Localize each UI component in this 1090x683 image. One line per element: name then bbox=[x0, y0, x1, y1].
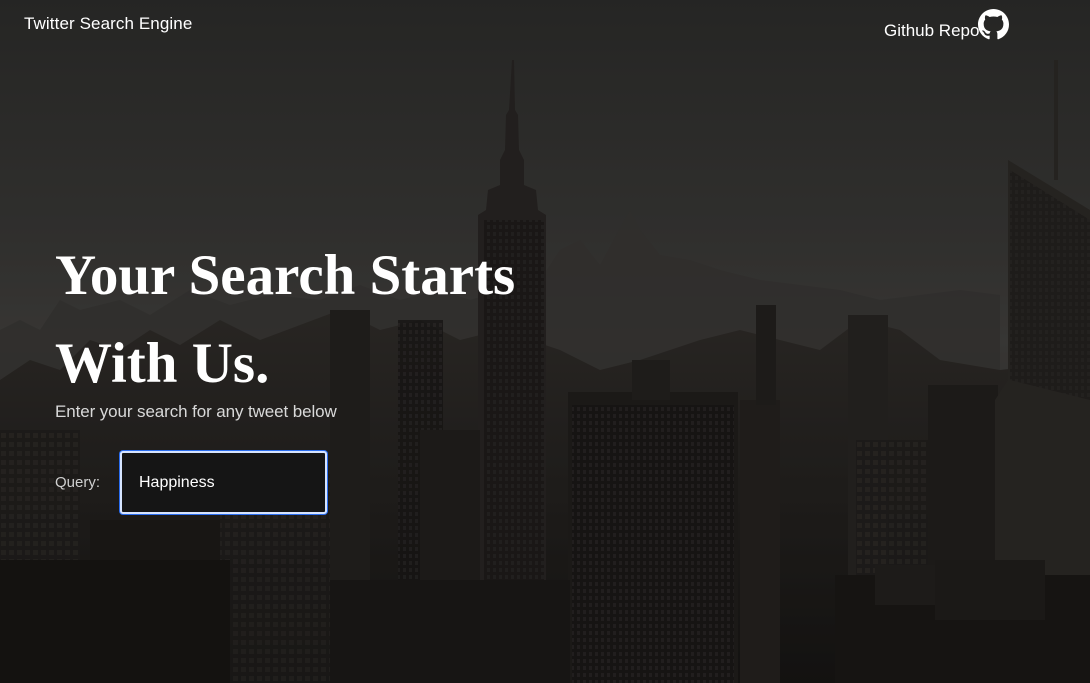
search-form: Query: bbox=[55, 451, 327, 514]
page: Twitter Search Engine Github Repo Your S… bbox=[0, 0, 1090, 683]
github-octocat-icon bbox=[978, 9, 1010, 40]
hero-subheading: Enter your search for any tweet below bbox=[55, 402, 337, 421]
site-title-link[interactable]: Twitter Search Engine bbox=[24, 14, 192, 34]
github-repo-label: Github Repo bbox=[884, 21, 980, 40]
hero-heading: Your Search Starts With Us. bbox=[55, 244, 516, 395]
query-label: Query: bbox=[55, 474, 101, 491]
github-repo-link[interactable]: Github Repo bbox=[884, 9, 1010, 41]
query-input[interactable] bbox=[120, 451, 327, 514]
